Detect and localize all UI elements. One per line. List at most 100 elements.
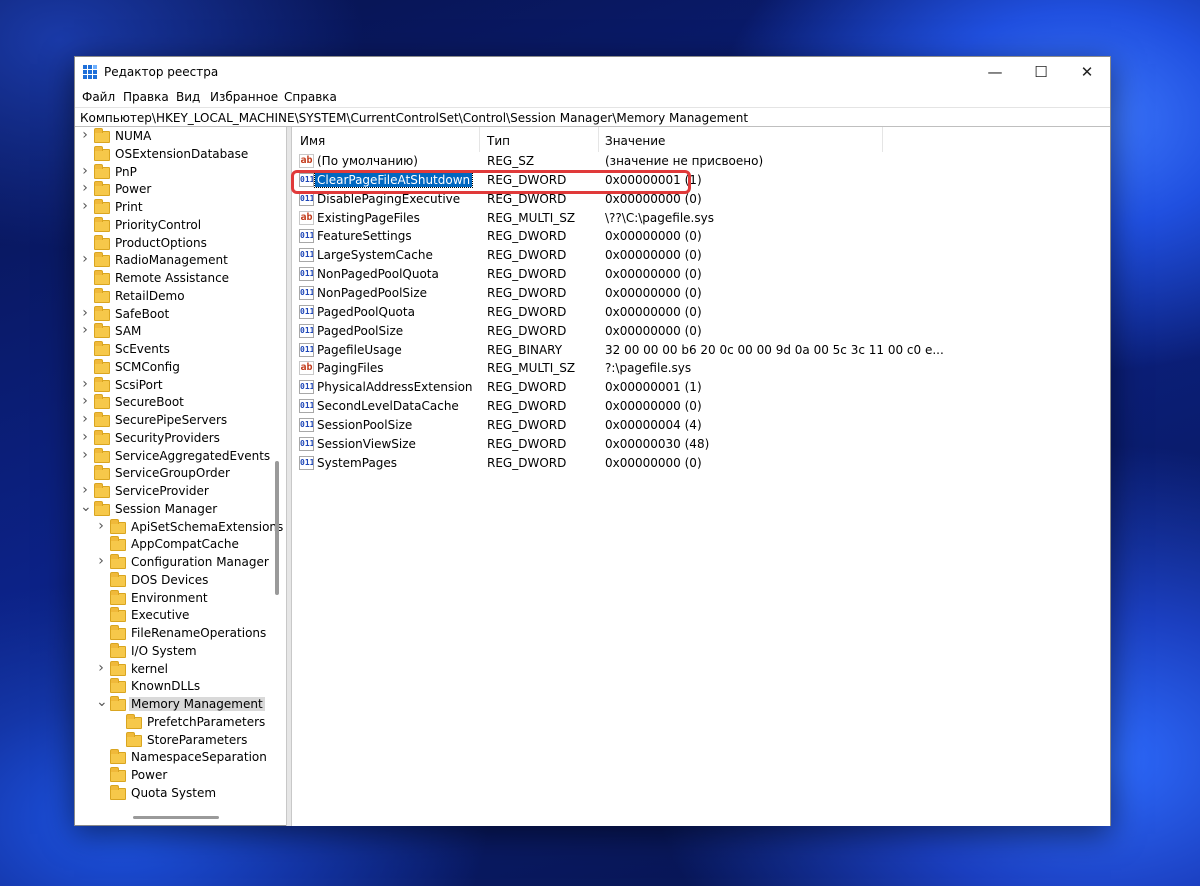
tree-item[interactable]: ⌄ Memory Management bbox=[75, 694, 286, 714]
tree-item[interactable]: › SecurityProviders bbox=[75, 429, 286, 448]
column-separator[interactable] bbox=[598, 127, 599, 152]
folder-icon bbox=[110, 554, 126, 569]
menu-help[interactable]: Справка bbox=[284, 90, 337, 104]
tree-item[interactable]: › Power bbox=[75, 180, 286, 199]
value-row[interactable]: ab (По умолчанию) REG_SZ (значение не присв… bbox=[292, 152, 1110, 171]
tree-item[interactable]: PriorityControl bbox=[75, 216, 286, 235]
tree-item[interactable]: FileRenameOperations bbox=[75, 625, 286, 643]
tree-item[interactable]: PrefetchParameters bbox=[75, 713, 286, 732]
chevron-right-icon[interactable]: › bbox=[96, 518, 106, 534]
chevron-right-icon[interactable]: › bbox=[80, 305, 90, 321]
chevron-down-icon[interactable]: ⌄ bbox=[96, 694, 108, 710]
tree-item[interactable]: ProductOptions bbox=[75, 234, 286, 253]
tree-item[interactable]: RetailDemo bbox=[75, 287, 286, 306]
column-type-header[interactable]: Тип bbox=[487, 134, 510, 148]
chevron-right-icon[interactable]: › bbox=[80, 447, 90, 463]
chevron-right-icon[interactable]: › bbox=[80, 163, 90, 179]
tree-item-label: SecureBoot bbox=[115, 395, 184, 410]
chevron-right-icon[interactable]: › bbox=[80, 429, 90, 445]
value-row[interactable]: 011 PagedPoolSize REG_DWORD 0x00000000 (0) bbox=[292, 322, 1110, 341]
tree-item[interactable]: › SecurePipeServers bbox=[75, 411, 286, 430]
chevron-right-icon[interactable]: › bbox=[80, 482, 90, 498]
menu-favorites[interactable]: Избранное bbox=[210, 90, 278, 104]
value-row[interactable]: 011 LargeSystemCache REG_DWORD 0x00000000 (… bbox=[292, 246, 1110, 265]
tree-item[interactable]: › PnP bbox=[75, 163, 286, 182]
chevron-right-icon[interactable]: › bbox=[80, 322, 90, 338]
tree-item[interactable]: DOS Devices bbox=[75, 571, 286, 590]
tree-item[interactable]: Power bbox=[75, 767, 286, 785]
value-name: PagefileUsage bbox=[317, 342, 402, 357]
folder-icon bbox=[110, 589, 126, 605]
chevron-right-icon[interactable]: › bbox=[80, 376, 90, 392]
tree-item[interactable]: › RadioManagement bbox=[75, 251, 286, 270]
tree-item[interactable]: StoreParameters bbox=[75, 731, 286, 750]
column-data-header[interactable]: Значение bbox=[605, 134, 665, 148]
tree-item-label: Memory Management bbox=[129, 697, 265, 711]
value-row[interactable]: 011 SessionViewSize REG_DWORD 0x00000030 (4… bbox=[292, 435, 1110, 454]
tree-item-label: OSExtensionDatabase bbox=[115, 146, 249, 161]
menu-file[interactable]: Файл bbox=[82, 90, 115, 104]
tree-item[interactable]: I/O System bbox=[75, 642, 286, 661]
value-row[interactable]: ab PagingFiles REG_MULTI_SZ ?:\pagefile.sys bbox=[292, 359, 1110, 378]
value-row[interactable]: 011 PhysicalAddressExtension REG_DWORD 0x00… bbox=[292, 378, 1110, 397]
tree-item[interactable]: › kernel bbox=[75, 660, 286, 679]
tree-item[interactable]: SCMConfig bbox=[75, 358, 286, 377]
tree-item[interactable]: › ScsiPort bbox=[75, 376, 286, 395]
tree-item[interactable]: Executive bbox=[75, 607, 286, 625]
column-separator[interactable] bbox=[479, 127, 480, 152]
value-row[interactable]: 011 SecondLevelDataCache REG_DWORD 0x000000… bbox=[292, 397, 1110, 416]
tree-item[interactable]: › NUMA bbox=[75, 127, 286, 146]
tree-item[interactable]: › SecureBoot bbox=[75, 393, 286, 412]
tree-item[interactable]: › ServiceAggregatedEvents bbox=[75, 447, 286, 466]
chevron-right-icon[interactable]: › bbox=[96, 660, 106, 676]
column-name-header[interactable]: Имя bbox=[300, 134, 325, 148]
value-row[interactable]: 011 FeatureSettings REG_DWORD 0x00000000 (0… bbox=[292, 227, 1110, 246]
menu-edit[interactable]: Правка bbox=[123, 90, 169, 104]
tree-item[interactable]: › SAM bbox=[75, 322, 286, 341]
tree-horizontal-scrollbar[interactable] bbox=[133, 816, 219, 819]
tree-item[interactable]: › ApiSetSchemaExtensions bbox=[75, 518, 286, 537]
minimize-button[interactable]: — bbox=[972, 57, 1018, 87]
tree-item[interactable]: Remote Assistance bbox=[75, 270, 286, 288]
value-row[interactable]: 011 NonPagedPoolQuota REG_DWORD 0x00000000 … bbox=[292, 265, 1110, 284]
close-button[interactable]: ✕ bbox=[1064, 57, 1110, 87]
key-tree[interactable]: › NUMA OSExtensionDatabase › PnP › Power › Print… bbox=[75, 127, 286, 819]
tree-item-label: ServiceAggregatedEvents bbox=[115, 448, 271, 463]
tree-item[interactable]: ServiceGroupOrder bbox=[75, 465, 286, 483]
value-row[interactable]: ab ExistingPageFiles REG_MULTI_SZ \??\C:\pa… bbox=[292, 209, 1110, 228]
value-row[interactable]: 011 PagefileUsage REG_BINARY 32 00 00 00 b6… bbox=[292, 341, 1110, 360]
chevron-right-icon[interactable]: › bbox=[80, 180, 90, 196]
chevron-right-icon[interactable]: › bbox=[80, 251, 90, 267]
tree-item[interactable]: › Print bbox=[75, 198, 286, 217]
chevron-right-icon[interactable]: › bbox=[80, 411, 90, 427]
maximize-button[interactable]: ☐ bbox=[1018, 57, 1064, 87]
menu-view[interactable]: Вид bbox=[176, 90, 200, 104]
chevron-right-icon[interactable]: › bbox=[96, 553, 106, 569]
value-row[interactable]: 011 PagedPoolQuota REG_DWORD 0x00000000 (0) bbox=[292, 303, 1110, 322]
address-bar[interactable]: Компьютер\HKEY_LOCAL_MACHINE\SYSTEM\Curr… bbox=[75, 107, 1110, 127]
tree-item[interactable]: Quota System bbox=[75, 784, 286, 803]
column-separator[interactable] bbox=[882, 127, 883, 152]
chevron-right-icon[interactable]: › bbox=[80, 393, 90, 409]
chevron-right-icon[interactable]: › bbox=[80, 198, 90, 214]
tree-item[interactable]: OSExtensionDatabase bbox=[75, 145, 286, 164]
value-row[interactable]: 011 SystemPages REG_DWORD 0x00000000 (0) bbox=[292, 454, 1110, 473]
tree-vertical-scrollbar[interactable] bbox=[275, 461, 279, 595]
tree-item[interactable]: Environment bbox=[75, 589, 286, 608]
title-bar[interactable]: Редактор реестра — ☐ ✕ bbox=[75, 57, 1110, 87]
value-row[interactable]: 011 NonPagedPoolSize REG_DWORD 0x00000000 (… bbox=[292, 284, 1110, 303]
tree-item[interactable]: ⌄ Session Manager bbox=[75, 499, 286, 519]
chevron-down-icon[interactable]: ⌄ bbox=[80, 499, 92, 515]
tree-item[interactable]: › SafeBoot bbox=[75, 305, 286, 324]
tree-item[interactable]: NamespaceSeparation bbox=[75, 749, 286, 767]
value-row[interactable]: 011 SessionPoolSize REG_DWORD 0x00000004 (4… bbox=[292, 416, 1110, 435]
tree-item[interactable]: › ServiceProvider bbox=[75, 482, 286, 501]
chevron-right-icon[interactable]: › bbox=[80, 127, 90, 143]
tree-item[interactable]: › Configuration Manager bbox=[75, 553, 286, 572]
binary-value-icon: 011 bbox=[299, 323, 314, 338]
tree-item[interactable]: AppCompatCache bbox=[75, 536, 286, 554]
value-type: REG_DWORD bbox=[487, 399, 567, 414]
tree-item[interactable]: ScEvents bbox=[75, 341, 286, 359]
value-name: PagedPoolQuota bbox=[317, 304, 415, 319]
binary-value-icon: 011 bbox=[299, 399, 314, 414]
